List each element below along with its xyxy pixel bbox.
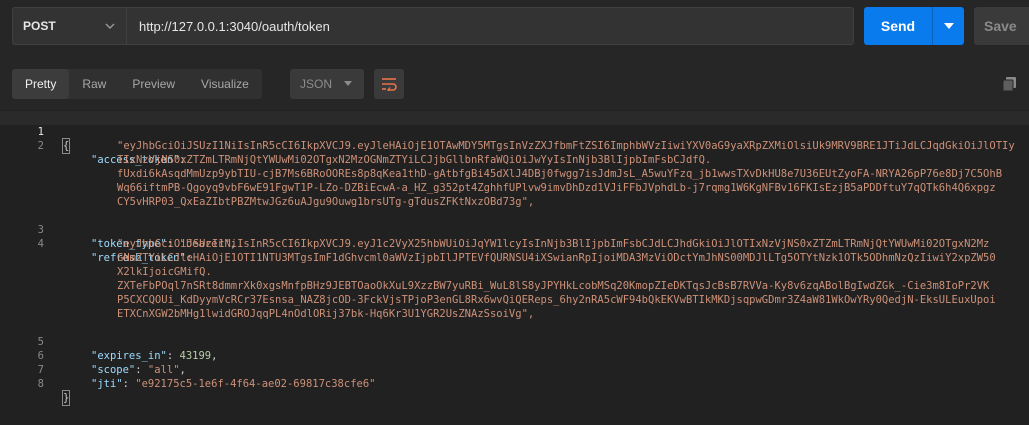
json-string: ETXCnXGW2bMHg1lwidGROJqqPL4nOdlORij37bk-…: [117, 308, 535, 320]
method-select[interactable]: POST: [12, 7, 126, 45]
tab-raw[interactable]: Raw: [69, 69, 119, 99]
caret-down-icon: [943, 23, 954, 29]
url-text: http://127.0.0.1:3040/oauth/token: [139, 18, 330, 34]
view-tabs: Pretty Raw Preview Visualize: [12, 69, 262, 99]
tab-visualize[interactable]: Visualize: [188, 69, 262, 99]
response-body[interactable]: 1 { 2 "access_token": "eyJhbGciOiJSUzI1N…: [0, 110, 1029, 425]
code-line: ZXTeFbPOql7nSRt8dmmrXk0xgsMnfpBHz9JEBTOa…: [0, 279, 1029, 293]
format-select[interactable]: JSON: [290, 69, 364, 99]
json-pair: "jti": "e92175c5-1e6f-4f64-ae02-69817c38…: [91, 378, 376, 390]
response-toolbar: Pretty Raw Preview Visualize JSON: [0, 62, 1029, 108]
code-line: "eyJhbGciOiJSUzI1NiIsInR5cCI6IkpXVCJ9.ey…: [0, 139, 1029, 153]
word-wrap-button[interactable]: [374, 69, 404, 99]
copy-icon[interactable]: [1000, 74, 1020, 94]
json-string: Wq66iftmPB-Qgoyq9vbF6wE91FgwT1P-LZo-DZBi…: [117, 182, 996, 194]
save-label: Save: [984, 18, 1017, 34]
tab-label: Raw: [82, 77, 107, 91]
caret-down-icon: [344, 81, 352, 86]
tab-label: Preview: [132, 77, 176, 91]
request-bar: POST http://127.0.0.1:3040/oauth/token S…: [0, 0, 1029, 54]
url-input[interactable]: http://127.0.0.1:3040/oauth/token: [126, 7, 854, 45]
send-options-button[interactable]: [933, 23, 964, 29]
send-button[interactable]: Send: [864, 7, 964, 45]
code-line: 6 "scope": "all",: [0, 335, 1029, 376]
tab-label: Pretty: [25, 77, 57, 91]
code-line: "eyJhbGciOiJSUzI1NiIsInR5cCI6IkpXVCJ9.ey…: [0, 237, 1029, 251]
code-line: 7 "jti": "e92175c5-1e6f-4f64-ae02-69817c…: [0, 349, 1029, 390]
code-line: 1 {: [0, 111, 1029, 154]
tab-preview[interactable]: Preview: [119, 69, 188, 99]
code-line: Wq66iftmPB-Qgoyq9vbF6wE91FgwT1P-LZo-DZBi…: [0, 181, 1029, 195]
json-string: "e92175c5-1e6f-4f64-ae02-69817c38cfe6": [135, 378, 376, 390]
send-label: Send: [880, 18, 916, 34]
code-line: fUxdi6kAsqdMmUzp9ybTIU-cjB7Ms6BRoOOREs8p…: [0, 167, 1029, 181]
code-line: TIxNzVjNS0xZTZmLTRmNjQtYWUwMi02OTgxN2MzO…: [0, 153, 1029, 167]
json-string: ZXTeFbPOql7nSRt8dmmrXk0xgsMnfpBHz9JEBTOa…: [117, 280, 990, 292]
code-line: P5CXCQOUi_KdDyymVcRCr37Esnsa_NAZ8jcOD-3F…: [0, 293, 1029, 307]
code-line: 8 }: [0, 363, 1029, 406]
code-line: 5 "expires_in": 43199,: [0, 321, 1029, 362]
tab-label: Visualize: [201, 77, 249, 91]
code-line: GNmZTYiLCJleHAiOjE1OTI1NTU3MTgsImF1dGhvc…: [0, 251, 1029, 265]
json-string: TIxNzVjNS0xZTZmLTRmNjQtYWUwMi02OTgxN2MzO…: [117, 154, 712, 166]
json-string: P5CXCQOUi_KdDyymVcRCr37Esnsa_NAZ8jcOD-3F…: [117, 294, 996, 306]
json-string: "eyJhbGciOiJSUzI1NiIsInR5cCI6IkpXVCJ9.ey…: [117, 238, 990, 250]
chevron-down-icon: [105, 23, 115, 29]
json-string: "eyJhbGciOiJSUzI1NiIsInR5cCI6IkpXVCJ9.ey…: [117, 140, 1015, 152]
format-label: JSON: [300, 77, 333, 91]
json-string: X2lkIjoicGMifQ.: [117, 266, 212, 278]
code-line: X2lkIjoicGMifQ.: [0, 265, 1029, 279]
code-line: 2 "access_token":: [0, 125, 1029, 166]
code-line: 3 "token_type": "bearer",: [0, 209, 1029, 250]
close-brace: }: [61, 390, 71, 406]
code-line: 4 "refresh_token":: [0, 223, 1029, 264]
code-line: ETXCnXGW2bMHg1lwidGROJqqPL4nOdlORij37bk-…: [0, 307, 1029, 321]
save-button[interactable]: Save: [974, 7, 1029, 45]
json-string: CY5vHRP03_QxEaZIbtPBZMtwJGz6uAJgu9Ouwg1b…: [117, 196, 535, 208]
word-wrap-icon: [382, 78, 397, 91]
json-key: "jti": [91, 378, 123, 390]
json-string: GNmZTYiLCJleHAiOjE1OTI1NTU3MTgsImF1dGhvc…: [117, 252, 996, 264]
line-number: 8: [37, 378, 44, 390]
method-label: POST: [23, 19, 56, 33]
json-string: fUxdi6kAsqdMmUzp9ybTIU-cjB7Ms6BRoOOREs8p…: [117, 168, 1003, 180]
code-line: CY5vHRP03_QxEaZIbtPBZMtwJGz6uAJgu9Ouwg1b…: [0, 195, 1029, 209]
tab-pretty[interactable]: Pretty: [12, 69, 70, 99]
